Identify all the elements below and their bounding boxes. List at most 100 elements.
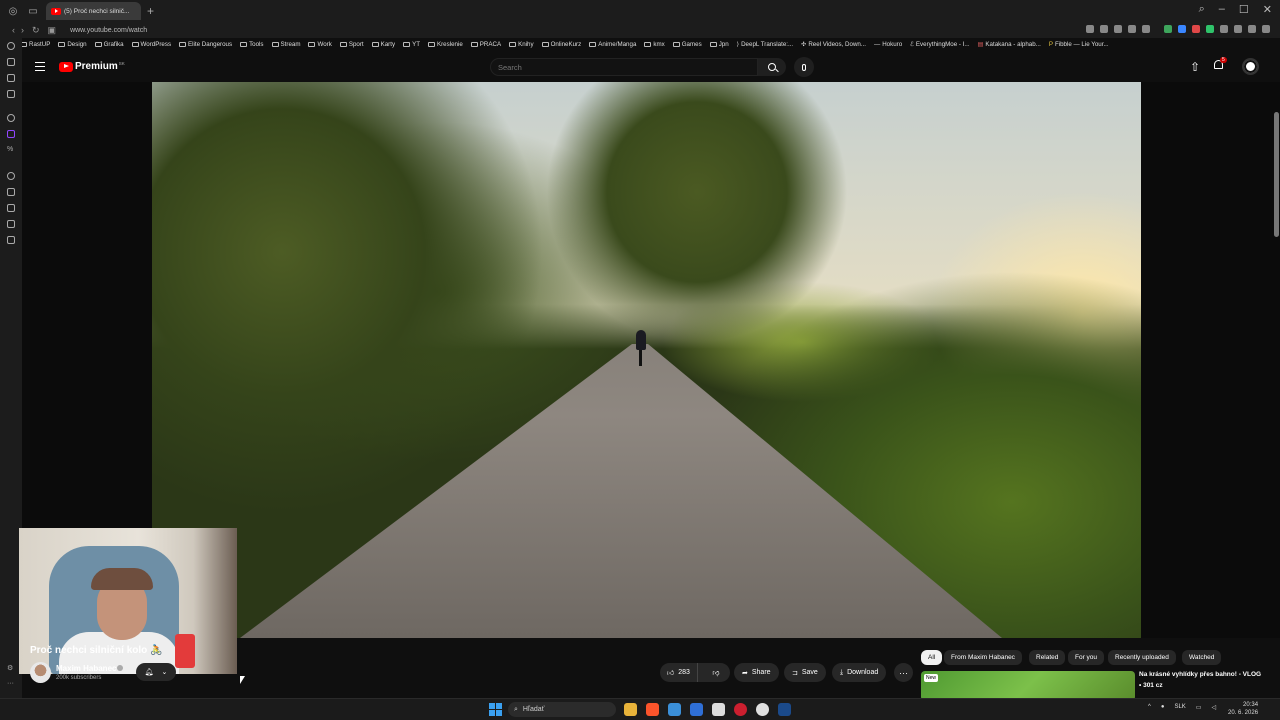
maximize-button[interactable]: ☐ [1239,3,1249,16]
sidebar-app-icon[interactable] [7,114,15,122]
minimize-button[interactable]: – [1219,3,1225,16]
video-player[interactable] [19,82,1280,674]
bookmarks-icon[interactable] [7,204,15,212]
sidebar-app-icon[interactable] [7,220,15,228]
twitch-icon[interactable] [7,130,15,138]
bookmark-item[interactable]: ✣ Reel Videos, Down... [801,41,866,48]
sidebar-app-icon[interactable] [7,74,15,82]
chip-from-channel[interactable]: From Maxim Habanec [944,650,1022,665]
youtube-logo[interactable]: Premium SK [59,61,125,72]
clock[interactable]: 20:34 20. 6. 2026 [1228,701,1258,717]
brave-browser-icon[interactable] [646,703,659,716]
close-button[interactable]: ✕ [1263,3,1272,16]
chip-watched[interactable]: Watched [1182,650,1222,665]
app-icon[interactable] [690,703,703,716]
bookmark-item[interactable]: Knihy [509,41,534,48]
channel-avatar[interactable] [30,662,51,683]
percent-icon[interactable]: % [7,146,15,154]
download-button[interactable]: ⤓ Download [832,663,887,682]
player-icon[interactable] [7,188,15,196]
chip-recently-uploaded[interactable]: Recently uploaded [1108,650,1176,665]
bookmark-item[interactable]: Anime/Manga [589,41,636,48]
bookmark-item[interactable]: PRACA [470,41,501,48]
account-avatar[interactable] [1242,58,1259,75]
bookmark-item[interactable]: Stream [271,41,300,48]
bookmark-item[interactable]: RastUP [20,41,50,48]
opera-gx-icon[interactable] [734,703,747,716]
back-icon[interactable]: ‹ [12,25,15,35]
url-field[interactable]: www.youtube.com/watch [70,27,147,34]
upload-icon[interactable]: ⇧ [1190,60,1200,74]
channel-name[interactable]: Maxim Habanec [56,664,116,673]
chip-all[interactable]: All [921,650,943,665]
save-button[interactable]: ⊐ Save [784,663,826,682]
extension-icon[interactable] [1206,25,1214,33]
extension-icon[interactable] [1142,25,1150,33]
chrome-icon[interactable] [756,703,769,716]
bookmark-item[interactable]: Karty [371,41,395,48]
bookmark-item[interactable]: kmx [644,41,665,48]
sidebar-home-icon[interactable] [7,42,15,50]
sidebar-app-icon[interactable] [7,90,15,98]
bookmark-item[interactable]: WordPress [131,41,171,48]
bookmark-item[interactable]: ℰ EverythingMoe - I... [910,41,969,48]
app-icon[interactable] [712,703,725,716]
app-icon[interactable] [668,703,681,716]
recommendation-title[interactable]: Na krásné vyhlídky přes bahno! - VLOG [1139,671,1269,678]
like-button[interactable]: 👍︎ 283 [660,663,698,682]
extension-icon[interactable] [1192,25,1200,33]
bookmark-item[interactable]: YT [403,41,420,48]
bookmark-item[interactable]: Kreslenie [427,41,463,48]
bookmark-item[interactable]: P Fibble — Lie Your... [1049,41,1109,48]
steam-icon[interactable] [778,703,791,716]
more-actions-button[interactable]: ··· [894,663,913,682]
bookmark-item[interactable]: Games [672,41,702,48]
extension-icon[interactable] [1100,25,1108,33]
file-explorer-icon[interactable] [624,703,637,716]
sidebar-app-icon[interactable] [7,236,15,244]
extension-icon[interactable] [1128,25,1136,33]
extension-icon[interactable] [1178,25,1186,33]
settings-icon[interactable]: ⚙ [7,664,15,672]
menu-icon[interactable] [35,62,45,71]
network-icon[interactable]: ▭ [1196,704,1202,711]
recommendation-thumbnail[interactable]: New [921,671,1135,701]
page-scrollbar[interactable] [1274,112,1279,237]
dislike-button[interactable]: 👎︎ [702,663,730,682]
extension-icon[interactable] [1248,25,1256,33]
search-tabs-icon[interactable]: ⌕ [1199,3,1205,16]
bookmark-item[interactable]: Grafika [94,41,124,48]
new-tab-button[interactable]: + [147,4,154,18]
bookmark-item[interactable]: Work [308,41,332,48]
notifications-button[interactable]: 5 [1214,57,1227,74]
bookmark-item[interactable]: ⟩ DeepL Translate:... [737,41,793,48]
reload-icon[interactable]: ↻ [32,25,40,36]
share-button[interactable]: ➦ Share [734,663,779,682]
chip-related[interactable]: Related [1029,650,1066,665]
chevron-up-icon[interactable]: ^ [1148,704,1151,711]
chip-for-you[interactable]: For you [1068,650,1105,665]
bookmark-item[interactable]: Tools [240,41,264,48]
bookmark-item[interactable]: Elite Dangerous [179,41,232,48]
bookmark-item[interactable]: OnlineKurz [541,41,581,48]
extension-icon[interactable] [1114,25,1122,33]
browser-logo-icon[interactable]: ◎ [6,4,20,18]
bookmark-item[interactable]: Sport [339,41,364,48]
more-icon[interactable]: ··· [7,680,15,688]
bookmark-item[interactable]: Jpn [709,41,729,48]
history-icon[interactable] [7,172,15,180]
extension-icon[interactable] [1234,25,1242,33]
volume-icon[interactable]: ◁ [1211,704,1216,711]
tab-youtube[interactable]: (5) Proč nechci silnič... [46,2,141,20]
search-button[interactable] [758,58,786,76]
extension-icon[interactable] [1086,25,1094,33]
bookmark-item[interactable]: Design [58,41,87,48]
bookmark-item[interactable]: — Hokuro [874,41,902,48]
taskbar-search[interactable]: ⌕ Hľadať [508,702,616,717]
sidebar-app-icon[interactable] [7,58,15,66]
extension-icon[interactable] [1220,25,1228,33]
bookmark-item[interactable]: ▤ Katakana - alphab... [978,41,1041,48]
voice-search-button[interactable] [794,57,814,77]
menu-icon[interactable] [1262,25,1270,33]
start-button[interactable] [489,703,502,716]
